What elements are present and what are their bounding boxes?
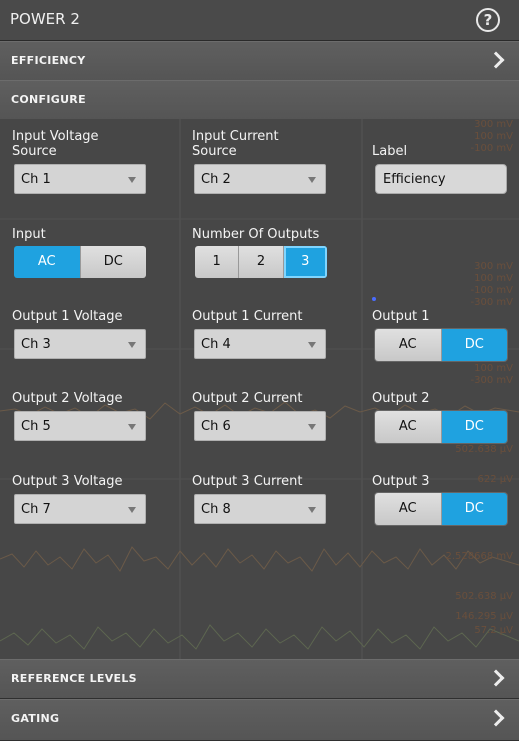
section-reference-levels-label: REFERENCE LEVELS [11, 672, 137, 685]
section-reference-levels[interactable]: REFERENCE LEVELS [0, 659, 519, 699]
number-of-outputs-toggle: 1 2 3 [195, 246, 327, 278]
label-input[interactable]: Efficiency [375, 164, 507, 194]
marker-dot [372, 297, 376, 301]
dropdown-value: Ch 3 [21, 337, 51, 352]
output-1-current-dropdown[interactable]: Ch 4 [194, 329, 326, 359]
output-3-current-label: Output 3 Current [192, 474, 303, 489]
chevron-right-icon [487, 669, 505, 687]
scale-label: 502.638 µV [455, 591, 513, 602]
input-current-source-dropdown[interactable]: Ch 2 [194, 164, 326, 194]
section-efficiency-label: EFFICIENCY [11, 54, 86, 67]
caret-down-icon [308, 507, 316, 513]
dropdown-value: Ch 2 [201, 172, 231, 187]
chevron-right-icon [487, 709, 505, 727]
dropdown-value: Ch 5 [21, 419, 51, 434]
scale-label: 100 mV [474, 131, 513, 142]
caret-down-icon [128, 177, 136, 183]
scale-label: 146.295 µV [455, 611, 513, 622]
input-label: Input [12, 227, 46, 242]
caret-down-icon [308, 177, 316, 183]
label-input-value: Efficiency [383, 172, 446, 187]
label-field-label: Label [372, 144, 408, 159]
section-gating[interactable]: GATING [0, 699, 519, 741]
output-1-dc-option[interactable]: DC [441, 329, 507, 361]
section-gating-label: GATING [11, 712, 60, 725]
chevron-right-icon [487, 51, 505, 69]
output-3-voltage-dropdown[interactable]: Ch 7 [14, 494, 146, 524]
dropdown-value: Ch 1 [21, 172, 51, 187]
outputs-3-option[interactable]: 3 [283, 246, 327, 278]
output-1-voltage-dropdown[interactable]: Ch 3 [14, 329, 146, 359]
outputs-1-option[interactable]: 1 [195, 246, 240, 278]
input-ac-option[interactable]: AC [14, 246, 81, 278]
dropdown-value: Ch 4 [201, 337, 231, 352]
output-3-current-dropdown[interactable]: Ch 8 [194, 494, 326, 524]
output-3-ac-option[interactable]: AC [375, 493, 442, 525]
output-2-voltage-label: Output 2 Voltage [12, 391, 123, 406]
input-current-source-label: Input Current Source [192, 129, 279, 159]
output-1-coupling-label: Output 1 [372, 309, 430, 324]
scale-label: -100 mV [470, 143, 513, 154]
scale-label: 502.638 µV [455, 444, 513, 455]
caret-down-icon [128, 342, 136, 348]
scale-label: 622 µV [477, 474, 513, 485]
dropdown-value: Ch 6 [201, 419, 231, 434]
output-2-current-dropdown[interactable]: Ch 6 [194, 411, 326, 441]
output-3-dc-option[interactable]: DC [441, 493, 507, 525]
input-dc-option[interactable]: DC [80, 246, 146, 278]
output-2-coupling-label: Output 2 [372, 391, 430, 406]
output-2-ac-option[interactable]: AC [375, 411, 442, 443]
configure-panel: 300 mV 100 mV -100 mV 300 mV 100 mV -100… [0, 119, 519, 659]
scale-label: 2.528668 mV [445, 551, 513, 562]
number-of-outputs-label: Number Of Outputs [192, 227, 320, 242]
section-configure-label: CONFIGURE [11, 93, 86, 106]
question-circle-icon[interactable]: ? [476, 8, 500, 32]
input-coupling-toggle: AC DC [14, 246, 146, 278]
dropdown-value: Ch 7 [21, 502, 51, 517]
scale-label: 100 mV [474, 363, 513, 374]
output-3-coupling-toggle: AC DC [375, 493, 507, 525]
scale-label: 300 mV [474, 261, 513, 272]
caret-down-icon [128, 424, 136, 430]
title-bar: POWER 2 ? [0, 0, 519, 41]
background-waveform [0, 119, 519, 659]
output-2-coupling-toggle: AC DC [375, 411, 507, 443]
section-efficiency[interactable]: EFFICIENCY [0, 41, 519, 81]
input-voltage-source-label: Input Voltage Source [12, 129, 99, 159]
output-1-current-label: Output 1 Current [192, 309, 303, 324]
output-1-ac-option[interactable]: AC [375, 329, 442, 361]
dropdown-value: Ch 8 [201, 502, 231, 517]
caret-down-icon [308, 342, 316, 348]
output-2-dc-option[interactable]: DC [441, 411, 507, 443]
scale-label: 57.2 µV [474, 625, 513, 636]
scale-label: -100 mV [470, 285, 513, 296]
window-title: POWER 2 [10, 10, 80, 28]
outputs-2-option[interactable]: 2 [239, 246, 284, 278]
caret-down-icon [308, 424, 316, 430]
output-1-coupling-toggle: AC DC [375, 329, 507, 361]
output-3-coupling-label: Output 3 [372, 474, 430, 489]
input-voltage-source-dropdown[interactable]: Ch 1 [14, 164, 146, 194]
caret-down-icon [128, 507, 136, 513]
scale-label: 100 mV [474, 273, 513, 284]
scale-label: -300 mV [470, 297, 513, 308]
output-2-current-label: Output 2 Current [192, 391, 303, 406]
output-3-voltage-label: Output 3 Voltage [12, 474, 123, 489]
scale-label: -300 mV [470, 375, 513, 386]
output-2-voltage-dropdown[interactable]: Ch 5 [14, 411, 146, 441]
section-configure[interactable]: CONFIGURE [0, 80, 519, 120]
output-1-voltage-label: Output 1 Voltage [12, 309, 123, 324]
scale-label: 300 mV [474, 119, 513, 130]
